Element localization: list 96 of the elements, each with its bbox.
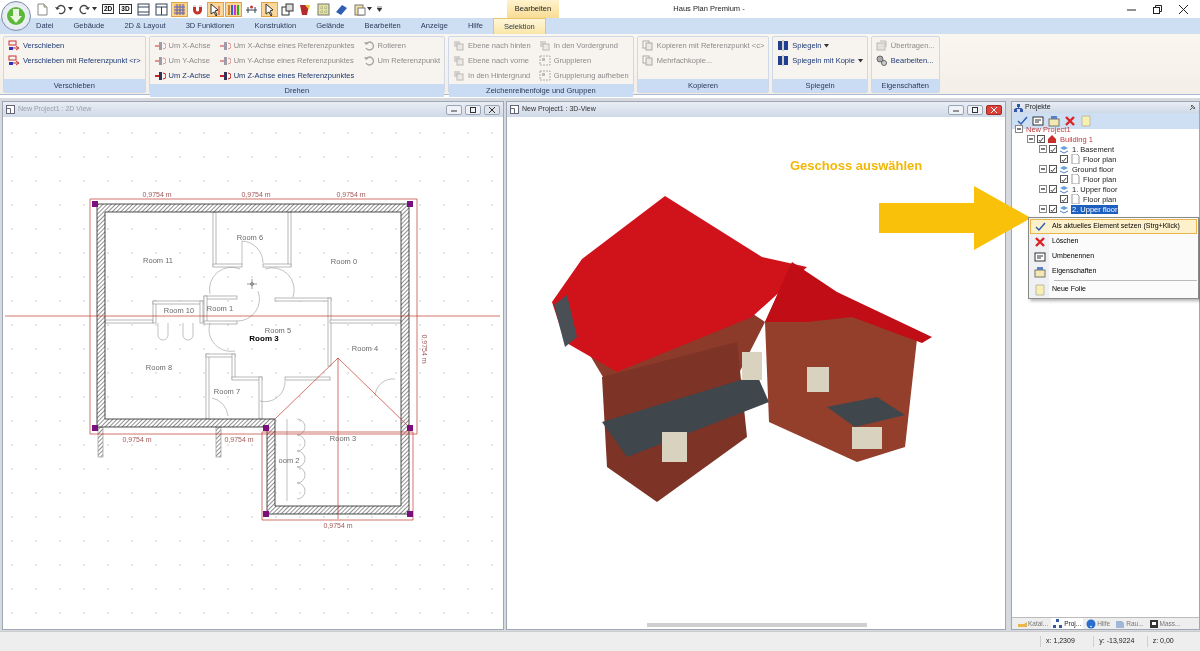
axis-icon <box>218 55 231 66</box>
check-icon <box>1016 115 1028 127</box>
caret-icon <box>376 6 382 12</box>
checkbox[interactable] <box>1049 145 1057 153</box>
group-icon <box>538 70 551 81</box>
layers-icon <box>538 40 551 51</box>
view-icon <box>6 105 15 114</box>
pin-icon <box>1188 103 1197 112</box>
delete-icon <box>1034 235 1046 248</box>
close-icon <box>991 106 997 113</box>
toolbar-button[interactable] <box>206 1 224 17</box>
move-icon <box>8 40 20 51</box>
expander-icon[interactable] <box>1039 185 1047 193</box>
redo-icon <box>78 2 91 16</box>
checkbox[interactable] <box>1049 185 1057 193</box>
crosshair-icon <box>246 278 258 290</box>
expander-icon[interactable] <box>1039 145 1047 153</box>
checkbox[interactable] <box>1060 155 1068 163</box>
toolbar-button[interactable] <box>134 1 152 17</box>
rotate-icon <box>362 55 375 66</box>
handle[interactable] <box>92 201 98 207</box>
checkbox[interactable] <box>1037 135 1045 143</box>
room-icon <box>1115 618 1126 629</box>
tree-icon <box>1014 103 1023 112</box>
expander-icon[interactable] <box>1027 135 1035 143</box>
paint-icon <box>298 2 312 16</box>
properties-icon <box>1034 265 1046 278</box>
undo-icon <box>54 2 67 16</box>
checkbox[interactable] <box>1049 165 1057 173</box>
grid-icon <box>172 2 186 16</box>
pin-button[interactable] <box>1188 103 1197 112</box>
rotate-icon <box>362 40 375 51</box>
room-label: Room 3 <box>249 334 279 343</box>
handle[interactable] <box>407 425 413 431</box>
maximize-button[interactable] <box>967 104 983 115</box>
floor-icon <box>1059 144 1069 154</box>
layers-icon <box>453 55 466 66</box>
view-icon <box>510 105 519 114</box>
floor-icon <box>1059 184 1069 194</box>
group-icon <box>538 55 551 66</box>
close-button[interactable] <box>484 104 500 115</box>
mirror-icon <box>777 55 790 66</box>
handle[interactable] <box>407 511 413 517</box>
expander-icon[interactable] <box>1039 165 1047 173</box>
gears-icon <box>875 55 888 66</box>
copy-icon <box>641 55 654 66</box>
layers-icon <box>453 40 466 51</box>
checkbox[interactable] <box>1060 195 1068 203</box>
annotation-text: Geschoss auswählen <box>790 157 923 175</box>
note-icon <box>1034 283 1046 296</box>
house-icon <box>1047 134 1057 144</box>
rename-icon <box>1032 115 1044 127</box>
eraser-icon <box>334 2 348 16</box>
floor-icon <box>1059 204 1069 214</box>
toolbar-button[interactable] <box>278 1 296 17</box>
checkbox[interactable] <box>1060 175 1068 183</box>
maximize-icon <box>470 106 476 113</box>
toolbar-button[interactable] <box>260 1 278 17</box>
layers-icon <box>453 70 466 81</box>
toolbar-button[interactable] <box>152 1 170 17</box>
handle[interactable] <box>407 201 413 207</box>
mirror-icon <box>777 40 790 51</box>
axis-icon <box>153 55 166 66</box>
minimize-icon <box>451 107 457 112</box>
axis-icon <box>218 40 231 51</box>
tree-icon <box>1053 618 1064 629</box>
delete-icon <box>1064 115 1076 127</box>
move-icon <box>8 55 20 66</box>
handle[interactable] <box>92 425 98 431</box>
close-button[interactable] <box>986 104 1002 115</box>
axis-icon <box>153 70 166 81</box>
restore-icon <box>1152 4 1162 14</box>
transfer-icon <box>875 40 888 51</box>
texture-icon <box>316 2 330 16</box>
checkbox[interactable] <box>1049 205 1057 213</box>
handle[interactable] <box>263 425 269 431</box>
toolbar-button[interactable] <box>1032 115 1044 127</box>
maximize-icon <box>972 106 978 113</box>
toolbar-button[interactable] <box>224 1 242 17</box>
floor-icon <box>1059 164 1069 174</box>
maximize-button[interactable] <box>465 104 481 115</box>
expander-icon[interactable] <box>1039 205 1047 213</box>
copy-icon <box>641 40 654 51</box>
close-icon <box>489 106 495 113</box>
rename-icon <box>1034 250 1046 263</box>
note-icon <box>1080 115 1092 127</box>
expander-icon[interactable] <box>1015 125 1023 133</box>
axis-icon <box>218 70 231 81</box>
minimize-icon <box>953 107 959 112</box>
check-icon <box>1034 220 1046 233</box>
axis-icon <box>153 40 166 51</box>
close-icon <box>1178 4 1188 14</box>
handle[interactable] <box>263 511 269 517</box>
properties-icon <box>1048 115 1060 127</box>
magnet-icon <box>190 2 204 16</box>
bars-icon <box>226 2 240 16</box>
